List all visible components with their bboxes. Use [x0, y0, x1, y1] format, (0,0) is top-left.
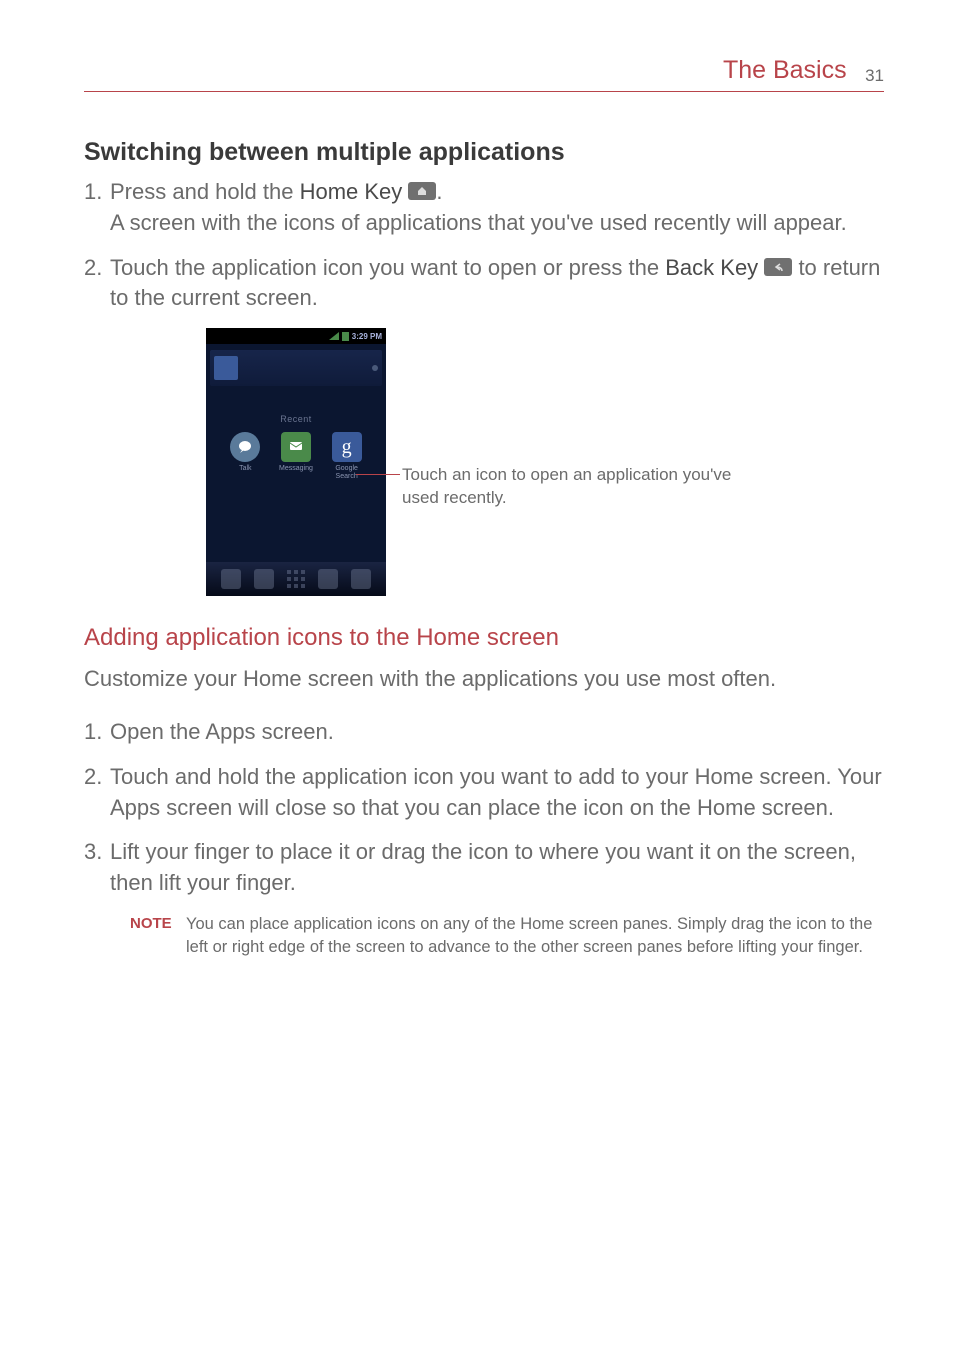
section-heading-switching: Switching between multiple applications [84, 138, 884, 167]
back-key-label: Back Key [665, 255, 758, 280]
note-text: You can place application icons on any o… [186, 915, 872, 956]
note-label: NOTE [130, 913, 172, 934]
page-header: The Basics 31 [84, 56, 884, 92]
dock-browser-icon [351, 569, 371, 589]
screenshot-figure: 3:29 PM Recent Talk Messaging [206, 328, 884, 596]
recent-app-messaging: Messaging [274, 432, 318, 480]
page-number: 31 [865, 66, 884, 85]
back-key-icon [764, 258, 792, 276]
step-2: Touch the application icon you want to o… [84, 253, 884, 315]
status-bar: 3:29 PM [206, 328, 386, 344]
search-widget [210, 350, 382, 386]
step-2-text-a: Touch the application icon you want to o… [110, 255, 665, 280]
messaging-label: Messaging [274, 465, 318, 473]
callout-text: Touch an icon to open an application you… [402, 464, 762, 510]
signal-icon [329, 332, 339, 340]
phone-screenshot: 3:29 PM Recent Talk Messaging [206, 328, 386, 596]
section2-intro: Customize your Home screen with the appl… [84, 664, 884, 695]
dock-contacts-icon [254, 569, 274, 589]
recent-label: Recent [206, 414, 386, 424]
status-clock: 3:29 PM [352, 332, 382, 341]
dock-phone-icon [221, 569, 241, 589]
google-search-icon: g [332, 432, 362, 462]
step-1-desc: A screen with the icons of applications … [110, 210, 847, 235]
talk-label: Talk [223, 465, 267, 473]
dock-apps-icon [287, 570, 305, 588]
step-1: Press and hold the Home Key . A screen w… [84, 177, 884, 239]
dock-bar [206, 562, 386, 596]
steps-list-2: Open the Apps screen. Touch and hold the… [84, 717, 884, 899]
steps-list-1: Press and hold the Home Key . A screen w… [84, 177, 884, 314]
home-key-label: Home Key [300, 179, 403, 204]
google-label: Google Search [325, 465, 369, 480]
recent-apps-row: Talk Messaging g Google Search [206, 424, 386, 480]
s2-step-1: Open the Apps screen. [84, 717, 884, 748]
callout-line [356, 474, 400, 475]
widget-icon [214, 356, 238, 380]
widget-mic-icon [372, 365, 378, 371]
dock-messaging-icon [318, 569, 338, 589]
battery-icon [342, 332, 349, 341]
home-key-icon [408, 182, 436, 200]
talk-icon [230, 432, 260, 462]
note-block: NOTE You can place application icons on … [84, 913, 884, 959]
s2-step-2: Touch and hold the application icon you … [84, 762, 884, 824]
s2-step-3: Lift your finger to place it or drag the… [84, 837, 884, 899]
step-1-text-b: . [436, 179, 442, 204]
recent-app-talk: Talk [223, 432, 267, 480]
messaging-icon [281, 432, 311, 462]
section-heading-adding: Adding application icons to the Home scr… [84, 624, 884, 652]
document-page: The Basics 31 Switching between multiple… [0, 0, 954, 959]
step-1-text-a: Press and hold the [110, 179, 300, 204]
chapter-title: The Basics [723, 56, 847, 84]
